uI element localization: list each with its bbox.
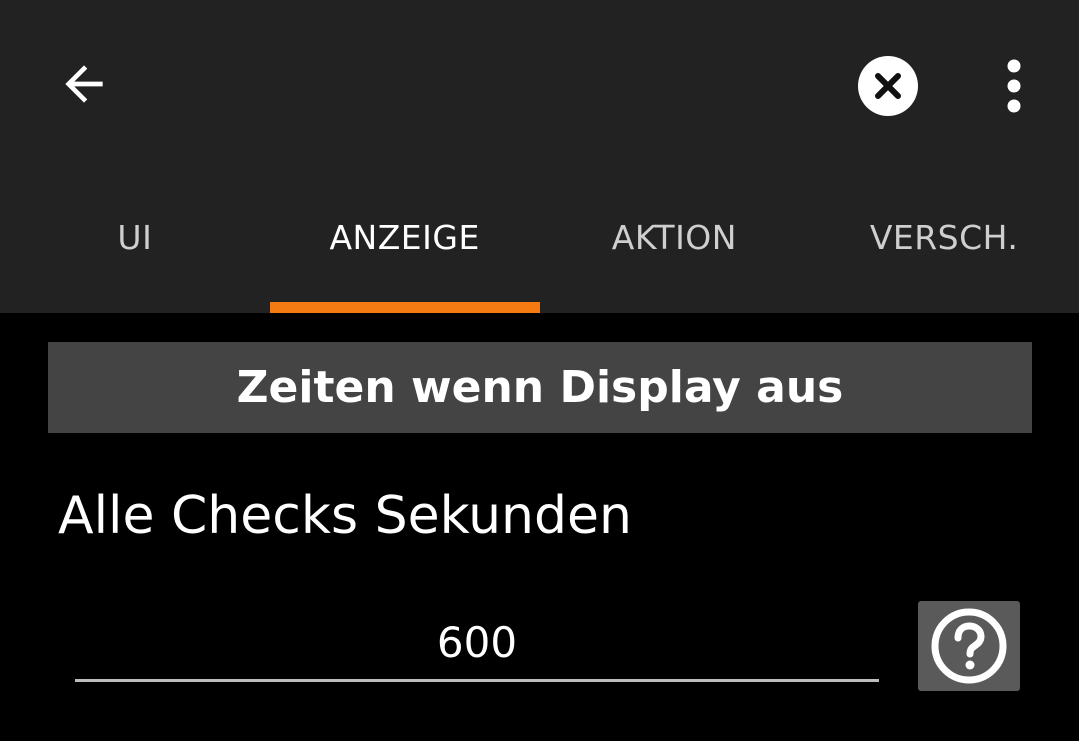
tab-label: ANZEIGE <box>329 218 480 257</box>
more-vertical-icon <box>1007 59 1021 113</box>
clear-button[interactable] <box>854 52 922 120</box>
tab-label: AKTION <box>611 218 737 257</box>
section-title: Zeiten wenn Display aus <box>236 362 844 413</box>
field-label: Alle Checks Sekunden <box>58 486 632 546</box>
tab-ui[interactable]: UI <box>0 170 270 313</box>
tab-versch[interactable]: VERSCH. <box>809 170 1079 313</box>
tab-label: UI <box>117 218 153 257</box>
overflow-menu-button[interactable] <box>984 52 1044 120</box>
close-circle-icon <box>858 56 918 116</box>
tab-bar: UI ANZEIGE AKTION VERSCH. <box>0 170 1079 313</box>
arrow-left-icon <box>65 65 103 103</box>
tab-anzeige[interactable]: ANZEIGE <box>269 170 540 313</box>
tab-aktion[interactable]: AKTION <box>540 170 810 313</box>
app-bar: UI ANZEIGE AKTION VERSCH. <box>0 0 1079 313</box>
help-circle-icon <box>931 608 1007 684</box>
tab-label: VERSCH. <box>869 218 1019 257</box>
active-tab-indicator <box>269 302 540 313</box>
help-button[interactable] <box>918 601 1020 691</box>
seconds-input[interactable] <box>75 610 879 682</box>
section-header: Zeiten wenn Display aus <box>48 342 1032 433</box>
back-button[interactable] <box>50 50 118 118</box>
